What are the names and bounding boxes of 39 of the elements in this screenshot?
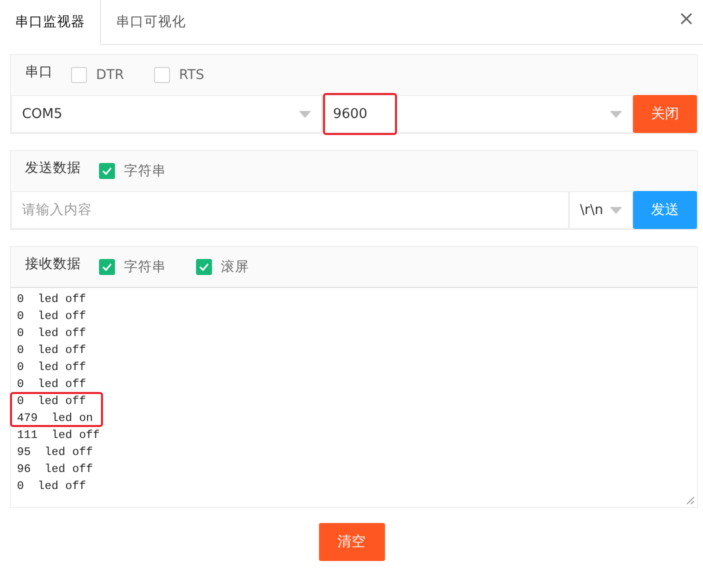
close-icon[interactable]: × bbox=[678, 8, 695, 28]
checkbox-label: RTS bbox=[179, 67, 204, 83]
check-icon bbox=[198, 261, 210, 273]
port-select[interactable]: COM5 bbox=[11, 95, 322, 133]
received-line: 0 led off bbox=[17, 309, 88, 325]
caret-icon bbox=[610, 110, 622, 118]
received-line: 0 led off bbox=[17, 326, 88, 342]
received-line: 0 led off bbox=[17, 377, 88, 393]
caret-icon bbox=[610, 206, 622, 214]
received-line: 0 led off bbox=[17, 360, 88, 376]
received-line: 0 led off bbox=[17, 479, 88, 495]
check-icon bbox=[101, 165, 113, 177]
checkbox[interactable] bbox=[71, 67, 87, 83]
section-title: 串口 bbox=[25, 63, 53, 81]
received-data-area[interactable]: 0 led off 0 led off 0 led off 0 led off 0 led off 0 led off 0 led off 479 led on 111 led off 95 led off 96 led off 0 led off bbox=[11, 287, 697, 507]
received-line: 111 led off bbox=[17, 428, 100, 444]
check-icon bbox=[101, 261, 113, 273]
line-ending-select[interactable]: \r\n bbox=[569, 191, 633, 229]
checkbox[interactable] bbox=[196, 259, 212, 275]
checkbox-label: 字符串 bbox=[124, 258, 166, 276]
baud-select[interactable]: 9600 bbox=[322, 95, 633, 133]
checkbox[interactable] bbox=[154, 67, 170, 83]
received-line: 0 led off bbox=[17, 343, 88, 359]
checkbox-label: 字符串 bbox=[124, 162, 166, 180]
received-line: 0 led off bbox=[17, 292, 88, 308]
checkbox-label: 滚屏 bbox=[221, 258, 249, 276]
checkbox[interactable] bbox=[99, 163, 115, 179]
section-title: 发送数据 bbox=[25, 159, 81, 177]
received-line: 479 led on bbox=[17, 411, 94, 427]
caret-icon bbox=[299, 110, 311, 118]
section-title: 接收数据 bbox=[25, 255, 81, 273]
received-line: 96 led off bbox=[17, 462, 94, 478]
resize-grip-icon[interactable] bbox=[685, 495, 695, 505]
send-input[interactable]: 请输入内容 bbox=[11, 191, 569, 229]
received-line: 0 led off bbox=[17, 394, 88, 410]
baud-value: 9600 bbox=[333, 106, 368, 122]
checkbox[interactable] bbox=[99, 259, 115, 275]
received-line: 95 led off bbox=[17, 445, 94, 461]
checkbox-label: DTR bbox=[96, 67, 124, 83]
